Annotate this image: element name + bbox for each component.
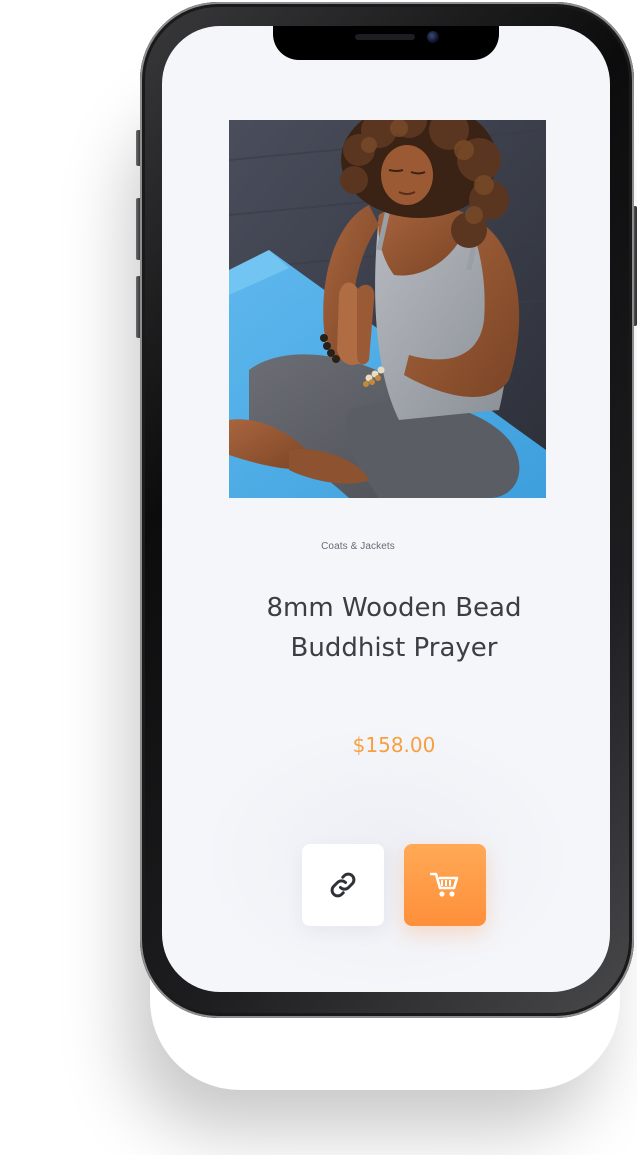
product-image[interactable] xyxy=(229,120,546,498)
link-icon xyxy=(330,872,356,898)
background-halo xyxy=(192,716,582,992)
product-title[interactable]: 8mm Wooden Bead Buddhist Prayer xyxy=(222,588,566,668)
phone-screen: Coats & Jackets 8mm Wooden Bead Buddhist… xyxy=(162,26,610,992)
mockup-stage: Coats & Jackets 8mm Wooden Bead Buddhist… xyxy=(0,0,637,1155)
copy-link-button[interactable] xyxy=(302,844,384,926)
shopping-cart-icon xyxy=(430,872,459,897)
product-price: $158.00 xyxy=(352,733,436,757)
product-category[interactable]: Coats & Jackets xyxy=(162,541,554,552)
meditating-woman-illustration xyxy=(229,120,546,498)
front-camera-icon xyxy=(427,31,439,43)
phone-notch xyxy=(273,26,499,60)
earpiece-speaker xyxy=(355,34,415,40)
add-to-cart-button[interactable] xyxy=(404,844,486,926)
